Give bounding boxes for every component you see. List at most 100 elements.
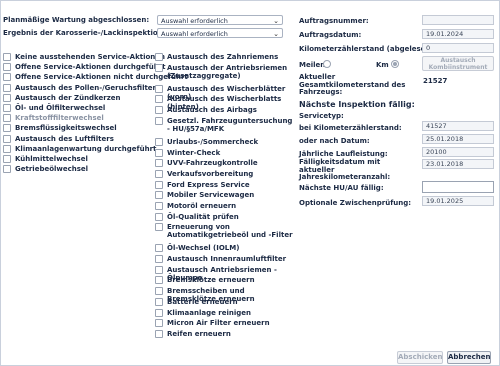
left-check-checkbox[interactable] <box>3 94 11 102</box>
faellig-label: Fälligkeitsdatum mit aktueller Jahreskil… <box>299 158 391 181</box>
gesamt-km-label: Aktueller Gesamtkilometerstand des Fahrz… <box>299 73 406 96</box>
left-check-label: Kraftstofffilterwechsel <box>15 114 104 122</box>
mid-check-checkbox[interactable] <box>155 276 163 284</box>
mid-check-label: Öl-Qualität prüfen <box>167 213 239 221</box>
left-check-label: Getriebeölwechsel <box>15 165 89 173</box>
abschicken-button[interactable]: Abschicken <box>397 351 443 364</box>
left-check-label: Keine ausstehenden Service-Aktionen <box>15 53 165 61</box>
mid-check-checkbox[interactable] <box>155 255 163 263</box>
auftragsdatum-field[interactable]: 19.01.2024 <box>422 29 494 39</box>
auftragsnummer-field[interactable] <box>422 15 494 25</box>
mid-check-label: Ford Express Service <box>167 181 250 189</box>
karosserie-select-value: Auswahl erforderlich <box>161 30 228 38</box>
mid-check-checkbox[interactable] <box>155 170 163 178</box>
mid-check-checkbox[interactable] <box>155 202 163 210</box>
mid-check-checkbox[interactable] <box>155 266 163 274</box>
mid-check-checkbox[interactable] <box>155 223 163 231</box>
mid-check-label: Reifen erneuern <box>167 330 231 338</box>
left-check-label: Kühlmittelwechsel <box>15 155 88 163</box>
mid-check-label: Motoröl erneuern <box>167 202 237 210</box>
mid-check-checkbox[interactable] <box>155 85 163 93</box>
meilen-radio[interactable] <box>323 60 331 68</box>
left-check-checkbox[interactable] <box>3 155 11 163</box>
left-check-label: Öl- und Ölfilterwechsel <box>15 104 106 112</box>
km-radio[interactable] <box>391 60 399 68</box>
mid-check-label: Bremsklötze erneuern <box>167 276 255 284</box>
mid-check-checkbox[interactable] <box>155 287 163 295</box>
left-check-checkbox[interactable] <box>3 114 11 122</box>
mid-check-checkbox[interactable] <box>155 213 163 221</box>
km-abgelesen-field[interactable]: 0 <box>422 43 494 53</box>
jaehrlich-label: Jährliche Laufleistung: <box>299 150 388 158</box>
bei-km-label: bei Kilometerzählerstand: <box>299 124 402 132</box>
left-check-checkbox[interactable] <box>3 145 11 153</box>
mid-check-checkbox[interactable] <box>155 53 163 61</box>
oder-datum-field[interactable]: 25.01.2018 <box>422 134 494 144</box>
mid-check-checkbox[interactable] <box>155 106 163 114</box>
mid-check-checkbox[interactable] <box>155 95 163 103</box>
mid-check-checkbox[interactable] <box>155 298 163 306</box>
mid-check-label: Batterie erneuern <box>167 298 238 306</box>
next-inspection-title: Nächste Inspektion fällig: <box>299 100 415 109</box>
mid-check-checkbox[interactable] <box>155 244 163 252</box>
karosserie-label: Ergebnis der Karosserie-/Lackinspektion: <box>3 29 166 37</box>
auftragsnummer-label: Auftragsnummer: <box>299 17 369 25</box>
mid-check-label: Austausch des Airbags <box>167 106 257 114</box>
mid-check-label: Urlaubs-/Sommercheck <box>167 138 259 146</box>
hu-label: Nächste HU/AU fällig: <box>299 184 384 192</box>
left-check-checkbox[interactable] <box>3 84 11 92</box>
oder-datum-label: oder nach Datum: <box>299 137 370 145</box>
left-check-checkbox[interactable] <box>3 53 11 61</box>
mid-check-checkbox[interactable] <box>155 181 163 189</box>
hu-input[interactable] <box>422 181 494 193</box>
km-label: Km <box>376 61 389 69</box>
karosserie-select[interactable]: Auswahl erforderlich ⌄ <box>157 28 283 38</box>
left-check-label: Offene Service-Aktionen nicht durchgefüh… <box>15 73 188 81</box>
faellig-field[interactable]: 23.01.2018 <box>422 159 494 169</box>
mid-check-label: UVV-Fahrzeugkontrolle <box>167 159 258 167</box>
mid-check-label: Erneuerung von Automatikgetriebeöl und -… <box>167 223 293 239</box>
left-check-label: Bremsflüssigkeitswechsel <box>15 124 117 132</box>
left-check-checkbox[interactable] <box>3 135 11 143</box>
bei-km-field[interactable]: 41527 <box>422 121 494 131</box>
mid-check-label: Austausch der Antriebsriemen (Zusatzaggr… <box>167 64 288 80</box>
abbrechen-button[interactable]: Abbrechen <box>447 351 491 364</box>
zwischen-label: Optionale Zwischenprüfung: <box>299 199 412 207</box>
wartung-select-value: Auswahl erforderlich <box>161 17 228 25</box>
mid-check-checkbox[interactable] <box>155 159 163 167</box>
left-check-label: Austausch des Pollen-/Geruchsfilters <box>15 84 161 92</box>
mid-check-checkbox[interactable] <box>155 309 163 317</box>
left-check-label: Klimaanlagenwartung durchgeführt <box>15 145 157 153</box>
wartung-select[interactable]: Auswahl erforderlich ⌄ <box>157 15 283 25</box>
left-check-checkbox[interactable] <box>3 73 11 81</box>
meilen-label: Meilen <box>299 61 326 69</box>
chevron-down-icon: ⌄ <box>273 30 279 38</box>
mid-check-label: Micron Air Filter erneuern <box>167 319 270 327</box>
mid-check-label: Mobiler Servicewagen <box>167 191 255 199</box>
mid-check-label: Gesetzl. Fahrzeuguntersuchung - HU/§57a/… <box>167 117 293 133</box>
mid-check-label: Verkaufsvorbereitung <box>167 170 254 178</box>
mid-check-checkbox[interactable] <box>155 319 163 327</box>
chevron-down-icon: ⌄ <box>273 17 279 25</box>
left-check-checkbox[interactable] <box>3 165 11 173</box>
km-abgelesen-label: Kilometerzählerstand (abgelesen): <box>299 45 437 53</box>
left-check-checkbox[interactable] <box>3 124 11 132</box>
mid-check-checkbox[interactable] <box>155 138 163 146</box>
mid-check-label: Klimaanlage reinigen <box>167 309 251 317</box>
left-check-checkbox[interactable] <box>3 63 11 71</box>
mid-check-label: Austausch Innenraumluftfilter <box>167 255 287 263</box>
radio-dot-icon <box>393 62 397 66</box>
kombiinstrument-button[interactable]: Austausch Kombiinstrument <box>422 56 494 71</box>
mid-check-checkbox[interactable] <box>155 149 163 157</box>
servicetyp-label: Servicetyp: <box>299 112 344 120</box>
mid-check-checkbox[interactable] <box>155 117 163 125</box>
jaehrlich-field[interactable]: 20100 <box>422 147 494 157</box>
wartung-label: Planmäßige Wartung abgeschlossen: <box>3 16 150 24</box>
left-check-checkbox[interactable] <box>3 104 11 112</box>
mid-check-checkbox[interactable] <box>155 191 163 199</box>
left-check-label: Austausch der Zündkerzen <box>15 94 121 102</box>
zwischen-field[interactable]: 19.01.2025 <box>422 196 494 206</box>
mid-check-checkbox[interactable] <box>155 64 163 72</box>
gesamt-km-value: 21527 <box>423 77 448 85</box>
mid-check-checkbox[interactable] <box>155 330 163 338</box>
